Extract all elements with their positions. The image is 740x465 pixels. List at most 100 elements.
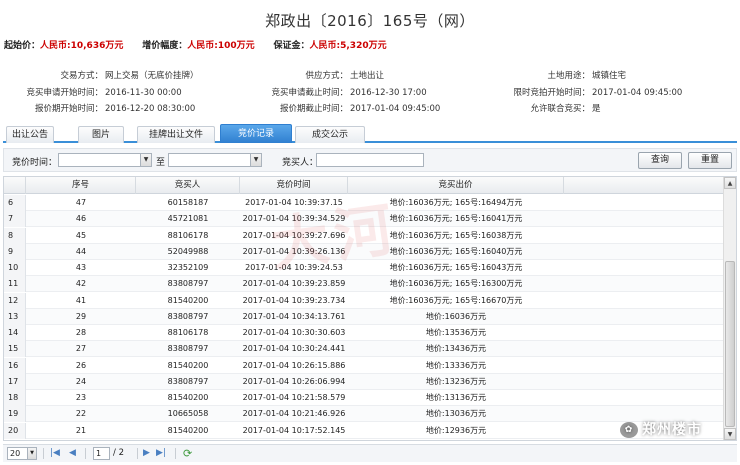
start-price-value: 人民币:10,636万元 [40,41,124,51]
row-number: 11 [4,276,26,293]
row-number: 12 [4,292,26,309]
cell-seq: 26 [75,360,87,370]
info-quote-end: 报价期截止时间： 2017-01-04 09:45:00 [279,104,441,114]
table-row[interactable]: 16 26 81540200 2017-01-04 10:26:15.886 地价:13… [4,357,724,374]
wechat-icon: ✿ [620,422,638,438]
row-number: 6 [4,195,26,211]
table-row[interactable]: 13 29 83808797 2017-01-04 10:34:13.761 地价:16… [4,308,724,325]
cell-bid-time: 2017-01-04 10:21:58.579 [242,393,346,402]
table-row[interactable]: 18 23 81540200 2017-01-04 10:21:58.579 地价:13… [4,390,724,407]
chevron-down-icon: ▼ [140,154,151,166]
tab-bid-records[interactable]: 竞价记录 [220,124,292,143]
page-size-select[interactable]: 20 ▼ [7,447,37,460]
last-page-icon[interactable]: ▶| [156,447,166,460]
row-number: 20 [4,422,26,439]
divider [137,448,138,459]
table-scrollbar[interactable]: ▲ ▼ [723,177,736,440]
filter-bar: 竞价时间： ▼ 至 ▼ 竞买人： 查询 重置 [3,148,737,172]
cell-bidder: 81540200 [167,360,209,370]
prev-page-icon[interactable]: ◀ [69,447,76,460]
cell-seq: 45 [75,230,87,240]
reset-button[interactable]: 重置 [688,152,732,169]
cell-bid-time: 2017-01-04 10:26:06.994 [242,376,346,386]
cell-bid-price: 地价:13136万元 [425,393,487,402]
row-number: 8 [4,227,26,244]
cell-bid-time: 2017-01-04 10:34:13.761 [242,311,346,321]
scroll-down-icon[interactable]: ▼ [724,428,736,440]
cell-bidder: 88106178 [167,230,209,240]
table-row[interactable]: 14 28 88106178 2017-01-04 10:30:30.603 地价:13… [4,325,724,342]
info-quote-start: 报价期开始时间： 2016-12-20 08:30:00 [34,104,196,114]
table-row[interactable]: 20 21 81540200 2017-01-04 10:17:52.145 地价:12… [4,422,724,439]
row-number: 16 [4,357,26,374]
table-row[interactable]: 17 24 83808797 2017-01-04 10:26:06.994 地价:13… [4,373,724,390]
cell-bidder: 32352109 [167,263,209,272]
info-joint-bid: 允许联合竞买：是 [530,104,601,114]
page-number-input[interactable]: 1 [93,447,110,460]
query-button[interactable]: 查询 [638,152,682,169]
bid-time-end-select[interactable]: ▼ [168,153,262,167]
cell-bidder: 52049988 [167,246,209,256]
cell-seq: 22 [75,409,87,419]
table-row[interactable]: 19 22 10665058 2017-01-04 10:21:46.926 地价:13… [4,406,724,423]
cell-bid-price: 地价:13536万元 [425,328,487,337]
info-supply: 供应方式： 土地出让 [305,71,385,81]
tab-deal-publicity[interactable]: 成交公示 [295,126,365,143]
cell-seq: 42 [75,279,87,289]
cell-bidder: 83808797 [167,344,209,354]
table-row[interactable]: 12 41 81540200 2017-01-04 10:39:23.734 地价:16… [4,292,724,309]
cell-bid-time: 2017-01-04 10:17:52.145 [242,425,346,435]
header-row-number [4,177,26,194]
info-apply-start: 竞买申请开始时间： 2016-11-30 00:00 [26,88,182,98]
pagination-bar: 20 ▼ |◀ ◀ 1 / 2 ▶ ▶| ⟳ [3,444,737,462]
cell-bidder: 88106178 [167,328,209,337]
table-row[interactable]: 15 27 83808797 2017-01-04 10:30:24.441 地价:13… [4,341,724,358]
tab-announcement[interactable]: 出让公告 [6,126,54,143]
bid-time-label: 竞价时间： [12,158,58,168]
scroll-up-icon[interactable]: ▲ [724,177,736,189]
cell-seq: 28 [75,328,87,337]
row-number: 18 [4,390,26,406]
divider [43,448,44,459]
row-number: 13 [4,308,26,325]
cell-bidder: 81540200 [167,393,209,402]
divider [175,448,176,459]
info-apply-end: 竞买申请截止时间： 2016-12-30 17:00 [271,88,427,98]
cell-seq: 24 [75,376,87,386]
cell-bid-price: 地价:13036万元 [425,409,487,419]
first-page-icon[interactable]: |◀ [50,447,60,460]
tab-bar: 出让公告 图片 挂牌出让文件 竞价记录 成交公示 [3,124,737,143]
cell-bid-price: 地价:16036万元; 165号:16300万元 [389,279,523,289]
refresh-icon[interactable]: ⟳ [183,447,192,460]
next-page-icon[interactable]: ▶ [143,447,150,460]
page-title: 郑政出〔2016〕165号（网） [265,12,475,30]
divider [85,448,86,459]
cell-seq: 27 [75,344,87,354]
page-total: / 2 [113,448,124,458]
to-label: 至 [156,158,166,168]
bid-time-start-select[interactable]: ▼ [58,153,152,167]
info-limit-start: 限时竞拍开始时间： 2017-01-04 09:45:00 [513,88,683,98]
increment-label: 增价幅度： [142,41,188,51]
tab-listing-documents[interactable]: 挂牌出让文件 [137,126,215,143]
wechat-badge: ✿ 郑州楼市 [620,419,702,441]
row-number: 14 [4,325,26,341]
cell-bidder: 81540200 [167,425,209,435]
cell-seq: 29 [75,311,87,321]
cell-bid-time: 2017-01-04 10:26:15.886 [242,360,346,370]
table-row[interactable]: 11 42 83808797 2017-01-04 10:39:23.859 地价:16… [4,276,724,293]
cell-bid-time: 2017-01-04 10:39:23.734 [242,295,346,305]
price-summary: 起始价：人民币:10,636万元 增价幅度：人民币:100万元 保证金：人民币:… [4,38,403,51]
scroll-thumb[interactable] [725,261,735,427]
tab-images[interactable]: 图片 [78,126,124,143]
cell-bid-time: 2017-01-04 10:30:30.603 [242,328,346,337]
cell-bid-price: 地价:13436万元 [425,344,487,354]
cell-bid-price: 地价:16036万元; 165号:16670万元 [389,295,523,305]
bidder-input[interactable] [316,153,424,167]
cell-seq: 46 [75,214,87,224]
cell-bidder: 83808797 [167,279,209,289]
cell-seq: 47 [75,198,87,207]
cell-seq: 43 [75,263,87,272]
row-number: 10 [4,260,26,276]
bidder-label: 竞买人： [282,158,319,168]
